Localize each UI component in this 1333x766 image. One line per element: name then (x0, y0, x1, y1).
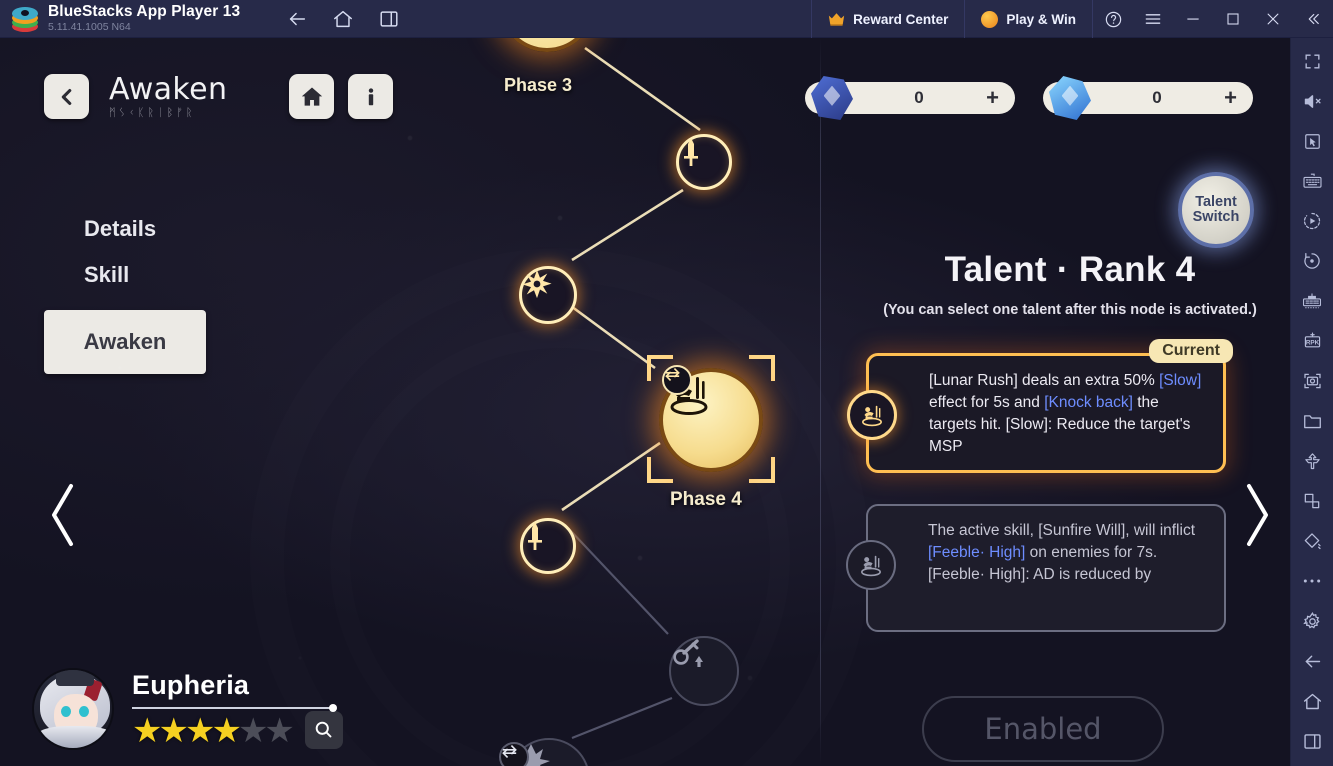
titlebar-nav-group (284, 6, 402, 32)
skill-node-upgrade[interactable] (669, 636, 739, 706)
coin-icon (981, 10, 999, 28)
crystal-icon (1049, 76, 1091, 120)
app-title: BlueStacks App Player 13 (48, 3, 241, 21)
talent-keyword: [Slow] (1159, 372, 1202, 389)
sword-icon (684, 138, 698, 166)
skill-node-sword-a[interactable] (676, 134, 732, 190)
skill-node-sword-b[interactable] (520, 518, 576, 574)
talent-panel: 0 + 0 + Talent Switch Talent · Rank 4 (Y… (805, 38, 1290, 766)
shake-icon[interactable] (1297, 526, 1327, 556)
talent-text-segment: effect for 5s and (929, 394, 1045, 411)
media-folder-icon[interactable] (1297, 406, 1327, 436)
keyboard-controls-icon[interactable] (1297, 166, 1327, 196)
skill-tree: Phase 3 Phase 4 (0, 38, 820, 766)
rank-subtitle: (You can select one talent after this no… (883, 302, 1257, 318)
skill-node-phase4-label: Phase 4 (670, 489, 742, 510)
currency-crystal[interactable]: 0 + (1043, 76, 1253, 120)
talent-description: [Lunar Rush] deals an extra 50% [Slow] e… (929, 370, 1207, 458)
enabled-button[interactable]: Enabled (922, 696, 1164, 762)
talent-kneel-icon (862, 405, 882, 426)
back-arrow-icon[interactable] (1297, 646, 1327, 676)
fullscreen-icon[interactable] (1297, 46, 1327, 76)
app-title-block: BlueStacks App Player 13 5.11.41.1005 N6… (48, 3, 241, 33)
currency-row: 0 + 0 + (805, 76, 1253, 120)
reward-center-label: Reward Center (853, 11, 949, 27)
help-circle-icon[interactable] (1093, 0, 1133, 38)
add-currency-button[interactable]: + (1224, 87, 1237, 109)
svg-text:RPK: RPK (1305, 339, 1319, 346)
maximize-icon[interactable] (1213, 0, 1253, 38)
titlebar-right-group: Reward Center Play & Win (811, 0, 1333, 38)
talent-card-alternative[interactable]: The active skill, [Sunfire Will], will i… (846, 504, 1226, 632)
talent-text-segment: [Lunar Rush] deals an extra 50% (929, 372, 1160, 389)
resize-window-icon[interactable] (1297, 486, 1327, 516)
reward-center-button[interactable]: Reward Center (812, 0, 964, 38)
starburst-icon (522, 269, 552, 299)
settings-gear-icon[interactable] (1297, 606, 1327, 636)
recent-apps-icon[interactable] (1297, 726, 1327, 756)
talent-text-segment: The active skill, [Sunfire Will], will i… (928, 522, 1196, 539)
close-icon[interactable] (1253, 0, 1293, 38)
swap-badge-phase4[interactable] (662, 365, 692, 395)
page-title-rank: Talent · Rank 4 (944, 250, 1196, 289)
talent-card-current[interactable]: Current [Lunar Rush] deals an extra 50% … (847, 339, 1233, 473)
rotate-icon[interactable] (1297, 246, 1327, 276)
talent-card-icon (847, 390, 897, 440)
play-and-win-button[interactable]: Play & Win (965, 0, 1092, 38)
talent-card-icon (846, 540, 896, 590)
skill-node-phase3-label: Phase 3 (504, 75, 573, 95)
awaken-stone-icon (811, 76, 853, 120)
game-viewport: Awaken ᛗᛊᚲᛕᚱᛁᛒᚠᚱ Details Skill Awaken Eu… (0, 38, 1290, 766)
multi-instance-manager-icon[interactable] (1297, 286, 1327, 316)
home-icon[interactable] (330, 6, 356, 32)
crown-icon (828, 12, 845, 26)
talent-switch-line2: Switch (1192, 209, 1240, 225)
swap-arrows-icon (665, 368, 680, 381)
bluestacks-sidebar: RPK (1290, 38, 1333, 766)
titlebar: BlueStacks App Player 13 5.11.41.1005 N6… (0, 0, 1333, 38)
cursor-pointer-icon[interactable] (1297, 126, 1327, 156)
install-apk-icon[interactable]: RPK (1297, 326, 1327, 356)
hamburger-menu-icon[interactable] (1133, 0, 1173, 38)
double-chevron-left-icon[interactable] (1293, 0, 1333, 38)
screenshot-icon[interactable] (1297, 366, 1327, 396)
currency-awaken-stone[interactable]: 0 + (805, 76, 1015, 120)
mute-icon[interactable] (1297, 86, 1327, 116)
talent-description: The active skill, [Sunfire Will], will i… (928, 520, 1208, 586)
swap-arrows-icon (502, 745, 517, 758)
talent-kneel-icon (861, 555, 881, 576)
skill-node-burst[interactable] (519, 266, 577, 324)
minimize-icon[interactable] (1173, 0, 1213, 38)
app-version: 5.11.41.1005 N64 (48, 20, 131, 33)
talent-keyword: [Feeble· High] (928, 544, 1026, 561)
talent-switch-button[interactable]: Talent Switch (1178, 172, 1254, 248)
bluestacks-logo-icon (12, 6, 38, 32)
sword-icon (528, 522, 542, 550)
app-root: BlueStacks App Player 13 5.11.41.1005 N6… (0, 0, 1333, 766)
status-badge: Current (1149, 339, 1233, 363)
macro-record-icon[interactable] (1297, 206, 1327, 236)
eco-mode-icon[interactable] (1297, 446, 1327, 476)
back-arrow-icon[interactable] (284, 6, 310, 32)
more-options-icon[interactable] (1297, 566, 1327, 596)
talent-switch-line1: Talent (1195, 193, 1237, 210)
play-and-win-label: Play & Win (1006, 11, 1076, 27)
talent-keyword: [Knock back] (1044, 394, 1133, 411)
add-currency-button[interactable]: + (986, 87, 999, 109)
upgrade-gem-icon (673, 639, 703, 667)
swap-badge-shatter[interactable] (499, 742, 529, 766)
home-icon[interactable] (1297, 686, 1327, 716)
multi-instance-icon[interactable] (376, 6, 402, 32)
